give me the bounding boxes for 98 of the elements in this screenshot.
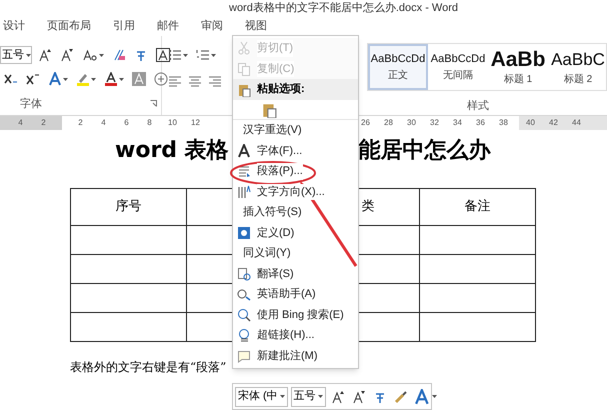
- style-option[interactable]: AaBbCcDd 无间隔: [428, 44, 488, 90]
- menu-item[interactable]: 英语助手(A): [233, 284, 358, 304]
- ruler-number: 44: [571, 117, 582, 129]
- circled-char-icon: [154, 72, 168, 86]
- superscript-icon: [26, 72, 40, 86]
- ruler-number: 8: [146, 117, 153, 129]
- shading-button[interactable]: [130, 70, 148, 88]
- style-option[interactable]: AaBb 标题 1: [488, 44, 548, 90]
- paragraph-icon: [237, 164, 251, 178]
- menu-section-title: 粘贴选项:: [257, 82, 305, 98]
- document-heading: 能居中怎么办: [358, 136, 491, 164]
- align-left-icon: [168, 74, 182, 88]
- caret-icon: [280, 395, 285, 398]
- ruler-number: 36: [475, 117, 486, 129]
- style-option[interactable]: AaBbCcDd 正文: [368, 44, 428, 90]
- group-label: 样式: [467, 99, 490, 114]
- menu-item[interactable]: 字体(F)...: [233, 140, 358, 161]
- ruler-number: 12: [190, 117, 201, 129]
- text-direction-icon: [237, 184, 251, 199]
- caret-icon: [26, 54, 31, 56]
- menu-item[interactable]: 同义词(Y): [233, 243, 358, 264]
- ruler-number: 26: [360, 117, 371, 129]
- font-size-field[interactable]: 五号: [290, 386, 326, 406]
- window-title: word表格中的文字不能居中怎么办.docx - Word: [229, 0, 458, 16]
- ruler-number: 10: [167, 117, 178, 129]
- ribbon-tab[interactable]: 审阅: [200, 18, 224, 34]
- clipboard-icon: [261, 102, 277, 118]
- table-cell: 备注: [419, 188, 536, 226]
- clipboard-icon: [237, 82, 251, 96]
- ribbon-tab[interactable]: 设计: [2, 18, 26, 34]
- ruler-number: 28: [383, 117, 394, 129]
- highlighter-icon: [76, 72, 90, 86]
- caret-icon: [183, 54, 188, 56]
- comment-icon: [237, 348, 251, 363]
- scissors-icon: [237, 41, 251, 56]
- menu-item[interactable]: 翻译(S): [233, 264, 358, 284]
- ribbon-tab[interactable]: 页面布局: [46, 18, 92, 34]
- case-icon: [82, 48, 98, 62]
- table-cell: 序号: [70, 188, 187, 226]
- group-label: 字体: [20, 96, 42, 112]
- letter-a-icon: [237, 144, 251, 158]
- menu-item[interactable]: 超链接(H)...: [233, 325, 358, 346]
- font-size-field[interactable]: 五号: [0, 46, 32, 64]
- menu-item[interactable]: 文字方向(X)...: [233, 182, 358, 202]
- caret-icon: [432, 395, 437, 398]
- ruler-number: 34: [452, 117, 463, 129]
- align-right-icon: [208, 74, 222, 88]
- caret-icon: [119, 78, 124, 80]
- copy-icon: [237, 62, 251, 76]
- styles-icon: [414, 388, 431, 404]
- ruler-number: 6: [123, 117, 130, 129]
- bullet-list-icon: [168, 48, 182, 62]
- ruler-number: 4: [100, 117, 107, 129]
- ribbon-tab[interactable]: 引用: [112, 18, 136, 34]
- ruler-number: 2: [77, 117, 84, 129]
- subscript-icon: [4, 72, 18, 86]
- menu-item[interactable]: 定义(D): [233, 222, 358, 243]
- font-shrink-icon: [60, 48, 74, 62]
- caret-icon: [211, 54, 216, 56]
- align-center-icon: [188, 74, 202, 88]
- menu-item[interactable]: 汉字重选(V): [233, 120, 358, 140]
- text-effects-button[interactable]: [46, 70, 70, 88]
- menu-item[interactable]: 新建批注(M): [233, 346, 358, 366]
- ruler-number: 40: [525, 117, 536, 129]
- ruler-number: 2: [40, 117, 47, 129]
- document-heading: word 表格: [115, 136, 229, 164]
- font-color-button[interactable]: [102, 70, 126, 88]
- ruler-number: 42: [548, 117, 559, 129]
- font-color-icon: [104, 72, 118, 86]
- styles-button[interactable]: [412, 388, 439, 406]
- menu-item[interactable]: 段落(P)...: [233, 161, 358, 182]
- enclose-button[interactable]: [152, 70, 170, 88]
- caret-icon: [63, 78, 68, 80]
- font-name-field[interactable]: 宋体 (中: [235, 386, 288, 406]
- dialog-launcher-icon[interactable]: [150, 100, 157, 108]
- body-text: 表格外的文字右键是有“段落”: [70, 359, 226, 376]
- numbered-list-icon: [196, 48, 210, 62]
- ruler-number: 38: [498, 117, 509, 129]
- text-effect-icon: [48, 72, 62, 86]
- ruler-number: 4: [17, 117, 24, 129]
- font-shrink-icon: [352, 390, 366, 404]
- ribbon-tab[interactable]: 邮件: [156, 18, 180, 34]
- menu-item[interactable]: 使用 Bing 搜索(E): [233, 304, 358, 325]
- ruler-number: 30: [406, 117, 417, 129]
- border-char-button[interactable]: [154, 46, 172, 64]
- font-grow-icon: [38, 48, 52, 62]
- menu-item[interactable]: 插入符号(S): [233, 202, 358, 222]
- ribbon-tab[interactable]: 视图: [244, 18, 268, 34]
- boxed-letter-icon: [156, 48, 170, 62]
- shading-icon: [132, 72, 146, 86]
- brush-icon: [394, 390, 408, 404]
- caret-icon: [318, 395, 323, 398]
- caret-icon: [99, 54, 104, 56]
- font-grow-icon: [330, 390, 345, 404]
- eraser-icon: [112, 48, 126, 62]
- ruler-number: 32: [429, 117, 440, 129]
- caret-icon: [91, 78, 96, 80]
- style-option[interactable]: AaBbC 标题 2: [548, 44, 607, 90]
